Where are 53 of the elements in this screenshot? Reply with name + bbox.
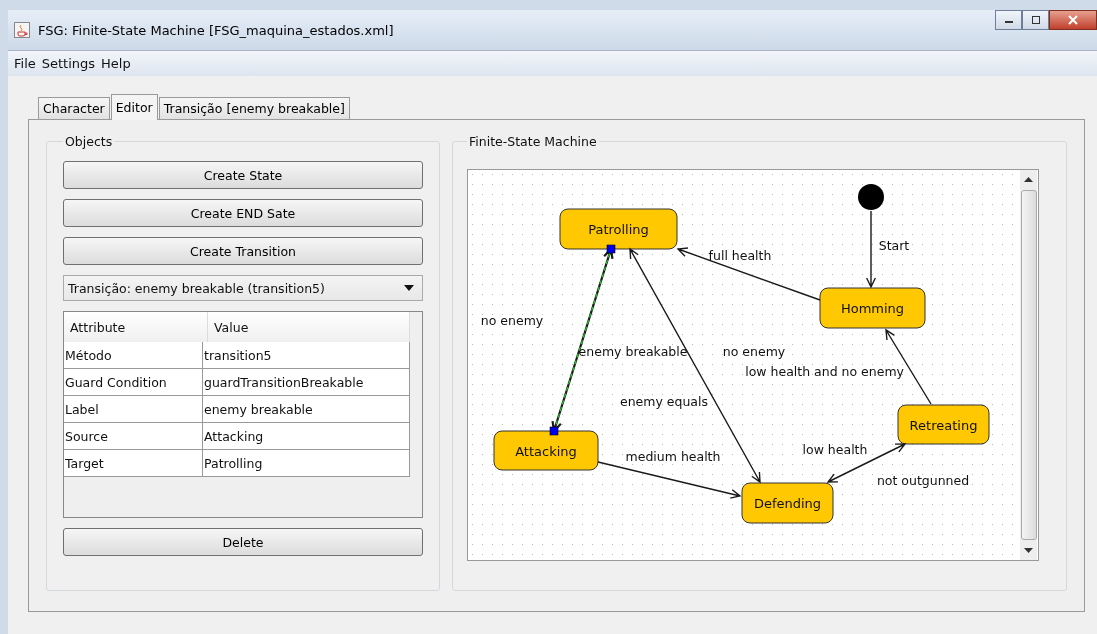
table-cell: Source [64,423,203,449]
menu-item[interactable]: Settings [41,56,96,71]
scroll-up-icon[interactable] [1024,176,1033,182]
tab[interactable]: Character [38,97,110,119]
maximize-icon [1030,16,1041,24]
table-cell: Attacking [203,423,410,449]
state-node[interactable]: Patrolling [559,208,678,250]
transition-arrow[interactable] [676,247,821,301]
tab[interactable]: Transição [enemy breakable] [158,97,350,119]
transition-label: Start [878,238,910,253]
table-cell: guardTransitionBreakable [203,369,410,395]
state-node[interactable]: Attacking [493,430,599,471]
state-node[interactable]: Retreating [897,404,990,445]
transition-label: medium health [625,449,721,464]
table-cell: transition5 [203,342,410,368]
table-cell: Label [64,396,203,422]
transition-label: enemy breakable [578,344,688,359]
vertical-scrollbar[interactable] [1020,170,1037,560]
action-button[interactable]: Create Transition [63,237,423,265]
transition-label: enemy equals [620,394,708,409]
window-title: FSG: Finite-State Machine [FSG_maquina_estados.xml] [38,22,394,38]
action-button[interactable]: Create END Sate [63,199,423,227]
action-button[interactable]: Create State [63,161,423,189]
transition-label: low health [802,442,868,457]
state-node[interactable]: Homming [819,287,926,329]
transition-label: full health [708,248,772,263]
group-title: Finite-State Machine [468,134,598,149]
transition-label: no enemy [480,313,544,328]
transition-label: no enemy [722,344,786,359]
table-cell: Patrolling [203,450,410,476]
transition-arrow[interactable] [597,461,742,499]
initial-state-dot [858,184,884,210]
transition-dropdown[interactable]: Transição: enemy breakable (transition5) [63,275,423,301]
state-node[interactable]: Defending [741,482,834,524]
menu-item[interactable]: Help [101,56,131,71]
group-title: Objects [64,134,114,149]
cup-icon [14,22,30,38]
table-cell: Método [64,342,203,368]
close-icon [1067,15,1079,25]
delete-button[interactable]: Delete [63,528,423,556]
transition-arrow[interactable] [865,210,877,289]
tab[interactable]: Editor [110,94,158,120]
transition-label: not outgunned [876,473,970,488]
scroll-down-icon[interactable] [1024,548,1033,554]
close-button[interactable] [1049,10,1097,30]
table-cell: Guard Condition [64,369,203,395]
caret-icon [404,285,414,291]
table-cell: Target [64,450,203,476]
minimize-button[interactable] [995,10,1022,30]
transition-label: low health and no enemy [745,364,904,379]
maximize-button[interactable] [1022,10,1049,30]
table-cell: enemy breakable [203,396,410,422]
menu-item[interactable]: File [14,56,36,71]
